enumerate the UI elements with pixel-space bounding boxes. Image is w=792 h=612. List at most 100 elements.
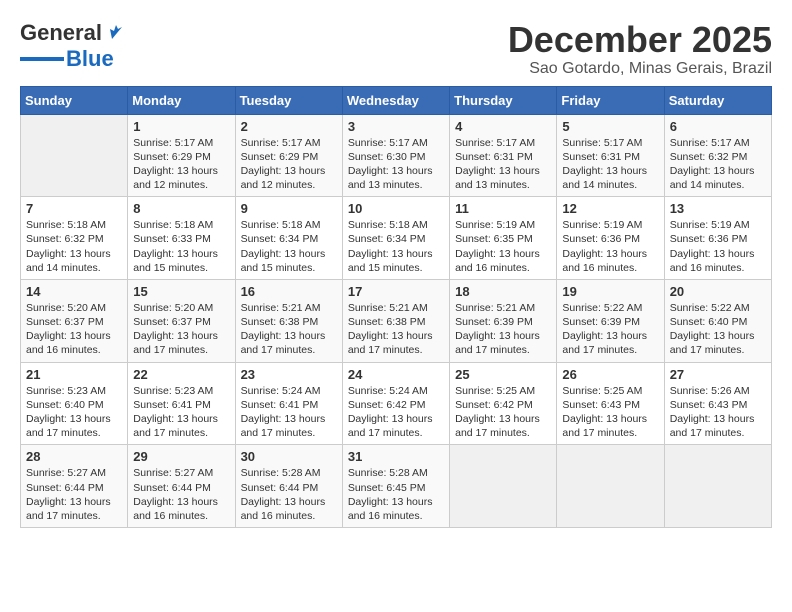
- day-number: 2: [241, 119, 337, 134]
- day-info: Sunrise: 5:18 AM Sunset: 6:32 PM Dayligh…: [26, 218, 122, 275]
- day-number: 28: [26, 449, 122, 464]
- calendar-cell: 18 Sunrise: 5:21 AM Sunset: 6:39 PM Dayli…: [450, 279, 557, 362]
- calendar-cell: 19 Sunrise: 5:22 AM Sunset: 6:39 PM Dayli…: [557, 279, 664, 362]
- logo: General Blue: [20, 20, 126, 72]
- day-info: Sunrise: 5:21 AM Sunset: 6:38 PM Dayligh…: [241, 301, 337, 358]
- calendar-cell: 13Sunrise: 5:19 AM Sunset: 6:36 PM Dayli…: [664, 197, 771, 280]
- day-info: Sunrise: 5:17 AM Sunset: 6:32 PM Dayligh…: [670, 136, 766, 193]
- day-info: Sunrise: 5:17 AM Sunset: 6:30 PM Dayligh…: [348, 136, 444, 193]
- calendar-cell: 23 Sunrise: 5:24 AM Sunset: 6:41 PM Dayli…: [235, 362, 342, 445]
- calendar-cell: 6 Sunrise: 5:17 AM Sunset: 6:32 PM Daylig…: [664, 114, 771, 197]
- day-number: 18: [455, 284, 551, 299]
- calendar-week-row: 28 Sunrise: 5:27 AM Sunset: 6:44 PM Dayli…: [21, 445, 772, 528]
- day-info: Sunrise: 5:19 AM Sunset: 6:35 PM Dayligh…: [455, 218, 551, 275]
- day-number: 30: [241, 449, 337, 464]
- calendar-cell: [21, 114, 128, 197]
- calendar-cell: 20 Sunrise: 5:22 AM Sunset: 6:40 PM Dayli…: [664, 279, 771, 362]
- day-number: 5: [562, 119, 658, 134]
- calendar-cell: 10 Sunrise: 5:18 AM Sunset: 6:34 PM Dayli…: [342, 197, 449, 280]
- day-info: Sunrise: 5:17 AM Sunset: 6:29 PM Dayligh…: [241, 136, 337, 193]
- day-info: Sunrise: 5:27 AM Sunset: 6:44 PM Dayligh…: [133, 466, 229, 523]
- calendar-cell: 3 Sunrise: 5:17 AM Sunset: 6:30 PM Daylig…: [342, 114, 449, 197]
- day-info: Sunrise: 5:28 AM Sunset: 6:44 PM Dayligh…: [241, 466, 337, 523]
- calendar-cell: 11 Sunrise: 5:19 AM Sunset: 6:35 PM Dayli…: [450, 197, 557, 280]
- day-info: Sunrise: 5:22 AM Sunset: 6:39 PM Dayligh…: [562, 301, 658, 358]
- calendar-cell: 27 Sunrise: 5:26 AM Sunset: 6:43 PM Dayli…: [664, 362, 771, 445]
- calendar-cell: [664, 445, 771, 528]
- calendar-week-row: 21 Sunrise: 5:23 AM Sunset: 6:40 PM Dayli…: [21, 362, 772, 445]
- day-number: 12: [562, 201, 658, 216]
- calendar-cell: 5 Sunrise: 5:17 AM Sunset: 6:31 PM Daylig…: [557, 114, 664, 197]
- weekday-header-sunday: Sunday: [21, 86, 128, 114]
- day-number: 6: [670, 119, 766, 134]
- calendar-cell: 17 Sunrise: 5:21 AM Sunset: 6:38 PM Dayli…: [342, 279, 449, 362]
- day-number: 3: [348, 119, 444, 134]
- day-info: Sunrise: 5:26 AM Sunset: 6:43 PM Dayligh…: [670, 384, 766, 441]
- weekday-header-monday: Monday: [128, 86, 235, 114]
- day-info: Sunrise: 5:20 AM Sunset: 6:37 PM Dayligh…: [133, 301, 229, 358]
- weekday-header-tuesday: Tuesday: [235, 86, 342, 114]
- weekday-header-saturday: Saturday: [664, 86, 771, 114]
- calendar-cell: 22 Sunrise: 5:23 AM Sunset: 6:41 PM Dayli…: [128, 362, 235, 445]
- day-number: 1: [133, 119, 229, 134]
- day-number: 25: [455, 367, 551, 382]
- logo-blue: Blue: [66, 46, 114, 72]
- day-number: 26: [562, 367, 658, 382]
- day-number: 8: [133, 201, 229, 216]
- day-info: Sunrise: 5:28 AM Sunset: 6:45 PM Dayligh…: [348, 466, 444, 523]
- day-info: Sunrise: 5:17 AM Sunset: 6:31 PM Dayligh…: [455, 136, 551, 193]
- calendar-cell: 30 Sunrise: 5:28 AM Sunset: 6:44 PM Dayli…: [235, 445, 342, 528]
- calendar-week-row: 14Sunrise: 5:20 AM Sunset: 6:37 PM Dayli…: [21, 279, 772, 362]
- day-info: Sunrise: 5:24 AM Sunset: 6:42 PM Dayligh…: [348, 384, 444, 441]
- day-info: Sunrise: 5:23 AM Sunset: 6:41 PM Dayligh…: [133, 384, 229, 441]
- day-info: Sunrise: 5:18 AM Sunset: 6:34 PM Dayligh…: [348, 218, 444, 275]
- calendar-cell: 8 Sunrise: 5:18 AM Sunset: 6:33 PM Daylig…: [128, 197, 235, 280]
- day-number: 20: [670, 284, 766, 299]
- calendar-cell: 12Sunrise: 5:19 AM Sunset: 6:36 PM Dayli…: [557, 197, 664, 280]
- calendar-cell: 21 Sunrise: 5:23 AM Sunset: 6:40 PM Dayli…: [21, 362, 128, 445]
- calendar-cell: 7 Sunrise: 5:18 AM Sunset: 6:32 PM Daylig…: [21, 197, 128, 280]
- calendar-cell: 9Sunrise: 5:18 AM Sunset: 6:34 PM Daylig…: [235, 197, 342, 280]
- day-info: Sunrise: 5:18 AM Sunset: 6:33 PM Dayligh…: [133, 218, 229, 275]
- calendar-table: SundayMondayTuesdayWednesdayThursdayFrid…: [20, 86, 772, 528]
- day-number: 7: [26, 201, 122, 216]
- day-number: 29: [133, 449, 229, 464]
- calendar-cell: 4 Sunrise: 5:17 AM Sunset: 6:31 PM Daylig…: [450, 114, 557, 197]
- month-title: December 2025: [508, 20, 772, 60]
- day-info: Sunrise: 5:23 AM Sunset: 6:40 PM Dayligh…: [26, 384, 122, 441]
- day-info: Sunrise: 5:25 AM Sunset: 6:42 PM Dayligh…: [455, 384, 551, 441]
- day-number: 23: [241, 367, 337, 382]
- day-number: 16: [241, 284, 337, 299]
- day-number: 27: [670, 367, 766, 382]
- calendar-cell: 29 Sunrise: 5:27 AM Sunset: 6:44 PM Dayli…: [128, 445, 235, 528]
- calendar-cell: 1Sunrise: 5:17 AM Sunset: 6:29 PM Daylig…: [128, 114, 235, 197]
- day-number: 24: [348, 367, 444, 382]
- calendar-cell: [450, 445, 557, 528]
- day-number: 22: [133, 367, 229, 382]
- day-info: Sunrise: 5:24 AM Sunset: 6:41 PM Dayligh…: [241, 384, 337, 441]
- day-info: Sunrise: 5:27 AM Sunset: 6:44 PM Dayligh…: [26, 466, 122, 523]
- page-header: General Blue December 2025 Sao Gotardo, …: [20, 20, 772, 78]
- day-number: 10: [348, 201, 444, 216]
- calendar-cell: 31 Sunrise: 5:28 AM Sunset: 6:45 PM Dayli…: [342, 445, 449, 528]
- calendar-cell: 14Sunrise: 5:20 AM Sunset: 6:37 PM Dayli…: [21, 279, 128, 362]
- day-number: 17: [348, 284, 444, 299]
- day-info: Sunrise: 5:17 AM Sunset: 6:31 PM Dayligh…: [562, 136, 658, 193]
- calendar-cell: 16 Sunrise: 5:21 AM Sunset: 6:38 PM Dayli…: [235, 279, 342, 362]
- calendar-week-row: 7 Sunrise: 5:18 AM Sunset: 6:32 PM Daylig…: [21, 197, 772, 280]
- day-number: 21: [26, 367, 122, 382]
- day-info: Sunrise: 5:25 AM Sunset: 6:43 PM Dayligh…: [562, 384, 658, 441]
- day-number: 31: [348, 449, 444, 464]
- day-info: Sunrise: 5:21 AM Sunset: 6:39 PM Dayligh…: [455, 301, 551, 358]
- logo-general: General: [20, 20, 102, 46]
- logo-bird-icon: [104, 21, 126, 43]
- day-info: Sunrise: 5:20 AM Sunset: 6:37 PM Dayligh…: [26, 301, 122, 358]
- day-number: 19: [562, 284, 658, 299]
- calendar-cell: 24 Sunrise: 5:24 AM Sunset: 6:42 PM Dayli…: [342, 362, 449, 445]
- day-number: 4: [455, 119, 551, 134]
- day-info: Sunrise: 5:22 AM Sunset: 6:40 PM Dayligh…: [670, 301, 766, 358]
- day-number: 11: [455, 201, 551, 216]
- day-info: Sunrise: 5:21 AM Sunset: 6:38 PM Dayligh…: [348, 301, 444, 358]
- day-number: 13: [670, 201, 766, 216]
- calendar-cell: 28 Sunrise: 5:27 AM Sunset: 6:44 PM Dayli…: [21, 445, 128, 528]
